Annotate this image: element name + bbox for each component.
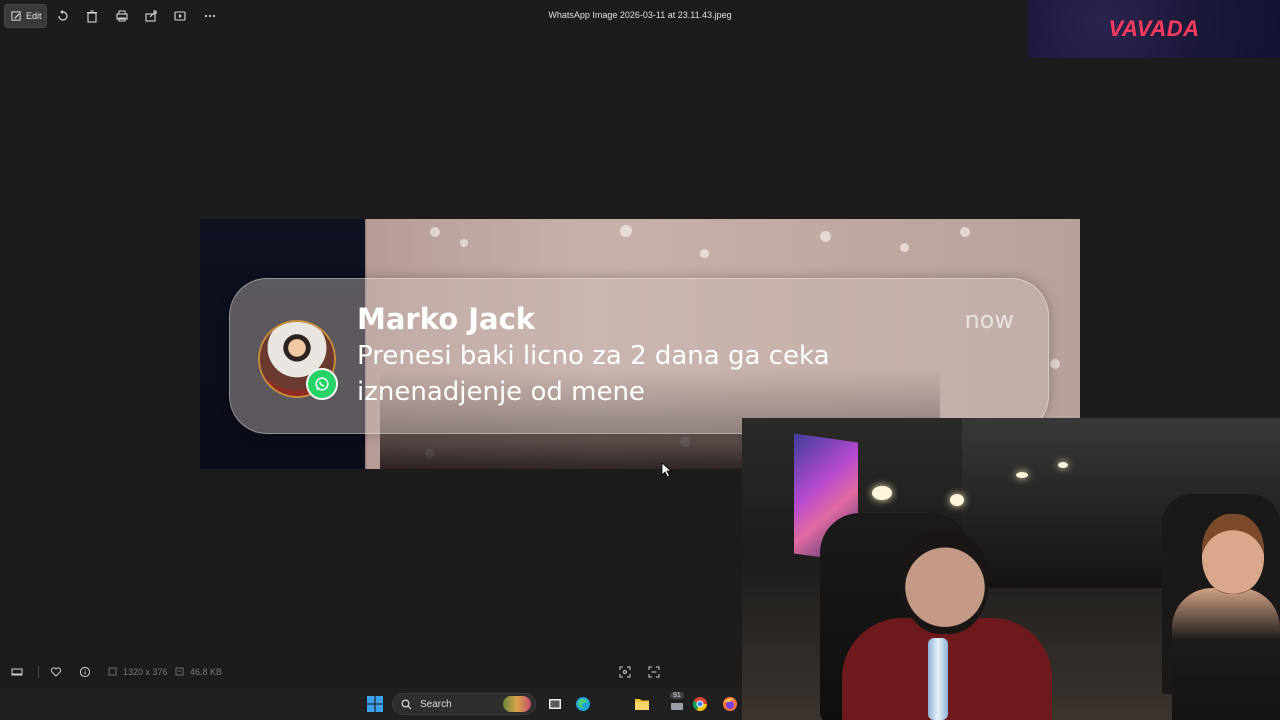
sequin <box>430 227 440 237</box>
webcam-lamp <box>1058 462 1068 468</box>
fit-icon <box>619 666 631 678</box>
mouse-cursor-icon <box>661 462 673 478</box>
notification-sender: Marko Jack <box>357 302 536 336</box>
firefox-icon <box>723 697 737 711</box>
fit-to-window-button[interactable] <box>617 664 633 680</box>
webcam-lamp <box>872 486 892 500</box>
print-icon <box>116 10 128 22</box>
chrome-button[interactable] <box>690 694 710 714</box>
filmstrip-icon <box>11 668 23 676</box>
webcam-lamp <box>950 494 964 506</box>
file-size-icon <box>175 667 184 676</box>
slideshow-button[interactable] <box>168 4 192 28</box>
windows-icon <box>367 696 383 712</box>
delete-icon <box>87 10 97 23</box>
share-button[interactable] <box>139 4 163 28</box>
more-icon <box>204 14 216 18</box>
notification-badge: 91 <box>670 692 684 699</box>
app-icon <box>671 703 683 710</box>
info-bar: 1320 x 376 46.8 KB <box>0 660 742 684</box>
print-button[interactable] <box>110 4 134 28</box>
divider <box>38 666 39 678</box>
delete-button[interactable] <box>80 4 104 28</box>
rotate-icon <box>58 10 68 21</box>
brand-banner: VAVADA <box>1028 0 1280 58</box>
zoom-button[interactable] <box>646 664 662 680</box>
sequin <box>700 249 709 258</box>
notification-time: now <box>964 306 1014 334</box>
zoom-icon <box>648 666 660 678</box>
sequin <box>900 243 909 252</box>
edit-button[interactable]: Edit <box>4 4 47 28</box>
rotate-button[interactable] <box>51 4 75 28</box>
webcam-lamp <box>1016 472 1028 478</box>
slideshow-icon <box>174 11 186 21</box>
webcam-water-bottle <box>928 638 948 720</box>
taskbar-search[interactable]: Search <box>392 693 536 715</box>
webcam-streamer-head <box>902 530 988 634</box>
edit-label: Edit <box>26 11 42 21</box>
webcam-guest-body <box>1172 588 1280 720</box>
start-button[interactable] <box>365 694 385 714</box>
file-title: WhatsApp Image 2026-03-11 at 23.11.43.jp… <box>548 10 732 20</box>
webcam-overlay <box>742 418 1280 720</box>
share-icon <box>145 10 157 22</box>
edge-button[interactable] <box>573 694 593 714</box>
task-view-icon <box>549 699 561 709</box>
taskbar: Search 91 <box>0 688 742 720</box>
favorite-icon <box>50 667 62 677</box>
whatsapp-icon <box>306 368 338 400</box>
explorer-icon <box>635 699 649 710</box>
file-size: 46.8 KB <box>190 667 223 677</box>
search-placeholder: Search <box>420 698 452 710</box>
info-button[interactable] <box>77 664 93 680</box>
image-dimensions: 1320 x 376 <box>123 667 168 677</box>
brand-logo: VAVADA <box>1108 16 1200 41</box>
whatsapp-notification: Marko Jack now Prenesi baki licno za 2 d… <box>229 278 1049 434</box>
sequin <box>620 225 632 237</box>
chrome-icon <box>692 697 707 711</box>
sequin <box>960 227 970 237</box>
info-icon <box>79 666 91 678</box>
dimensions-icon <box>108 667 117 676</box>
sequin <box>1050 359 1060 369</box>
search-highlight-image <box>503 696 531 712</box>
more-button[interactable] <box>198 4 222 28</box>
edit-icon <box>11 10 21 21</box>
sequin <box>460 239 468 247</box>
edge-icon <box>576 697 590 711</box>
notification-message: Prenesi baki licno za 2 dana ga ceka izn… <box>357 341 830 407</box>
file-explorer-button[interactable] <box>632 694 652 714</box>
task-view-button[interactable] <box>545 694 565 714</box>
search-icon <box>401 698 412 709</box>
filmstrip-button[interactable] <box>9 664 25 680</box>
sequin <box>820 231 831 242</box>
webcam-guest-head <box>1202 514 1264 594</box>
firefox-button[interactable] <box>720 694 740 714</box>
favorite-button[interactable] <box>48 664 64 680</box>
